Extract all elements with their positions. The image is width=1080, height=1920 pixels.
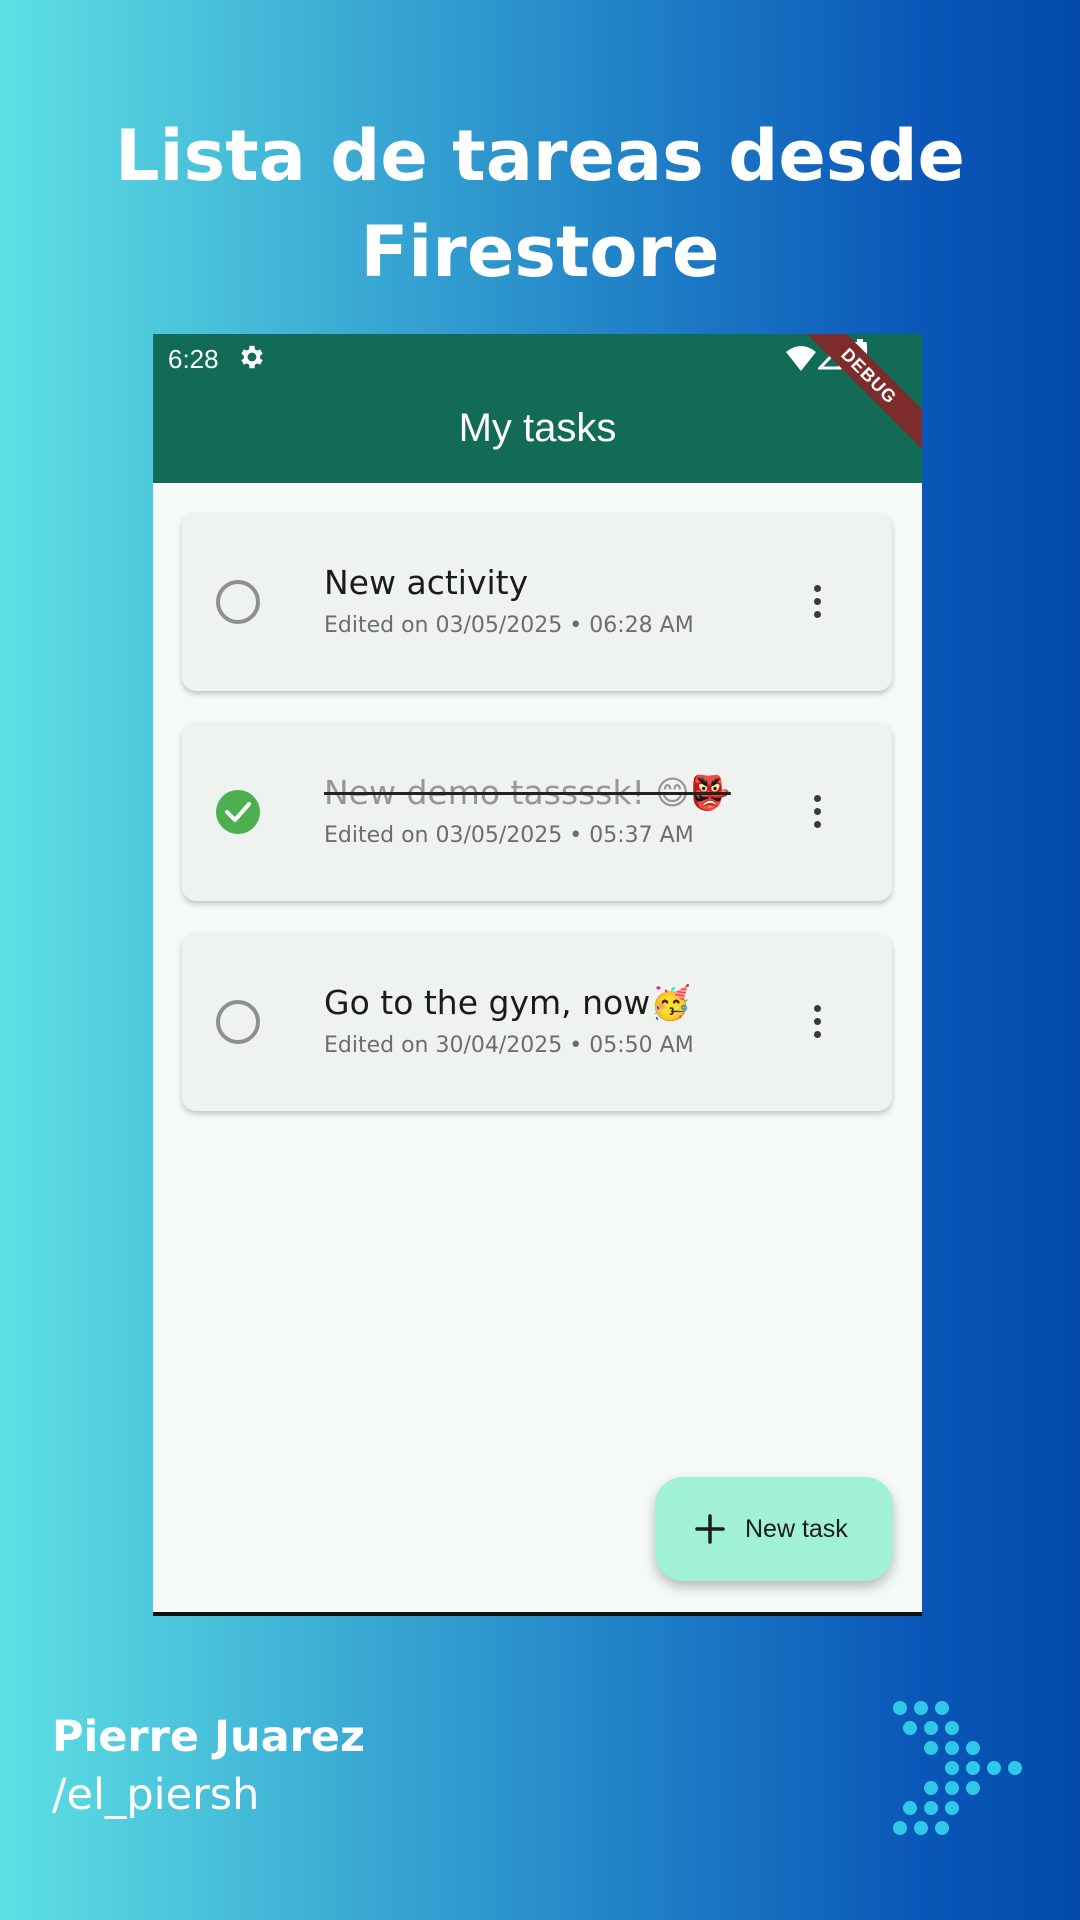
headline-title: Lista de tareas desde Firestore xyxy=(114,115,966,293)
task-edited-date: Edited on 30/04/2025 • 05:50 AM xyxy=(324,1033,694,1058)
gear-icon xyxy=(241,345,263,369)
task-card[interactable]: New demo tassssk! 😄👺 Edited on 03/05/202… xyxy=(182,723,892,901)
author-handle: /el_piersh xyxy=(52,1770,260,1820)
new-task-button[interactable]: New task xyxy=(655,1477,893,1581)
more-vert-icon[interactable] xyxy=(811,795,823,829)
page-title: My tasks xyxy=(458,406,617,450)
wifi-icon xyxy=(786,346,816,371)
task-edited-date: Edited on 03/05/2025 • 06:28 AM xyxy=(324,613,694,638)
plus-icon xyxy=(695,1514,725,1544)
unchecked-circle-icon[interactable] xyxy=(216,1000,260,1044)
task-edited-date: Edited on 03/05/2025 • 05:37 AM xyxy=(324,823,694,848)
check-circle-icon[interactable] xyxy=(216,790,260,834)
unchecked-circle-icon[interactable] xyxy=(216,580,260,624)
phone-screen: 6:28 DEBUG My tasks New activity Edited … xyxy=(153,334,922,1616)
brand-logo-icon xyxy=(893,1701,1022,1835)
status-time: 6:28 xyxy=(168,344,219,374)
new-task-label: New task xyxy=(745,1515,848,1543)
more-vert-icon[interactable] xyxy=(811,585,823,619)
author-name: Pierre Juarez xyxy=(52,1712,365,1762)
app-bar: 6:28 DEBUG My tasks xyxy=(153,334,922,483)
task-card[interactable]: New activity Edited on 03/05/2025 • 06:2… xyxy=(182,513,892,691)
task-card[interactable]: Go to the gym, now🥳 Edited on 30/04/2025… xyxy=(182,933,892,1111)
task-title: Go to the gym, now🥳 xyxy=(324,983,692,1022)
more-vert-icon[interactable] xyxy=(811,1005,823,1039)
task-title: New demo tassssk! 😄👺 xyxy=(324,773,731,812)
task-title: New activity xyxy=(324,563,529,602)
